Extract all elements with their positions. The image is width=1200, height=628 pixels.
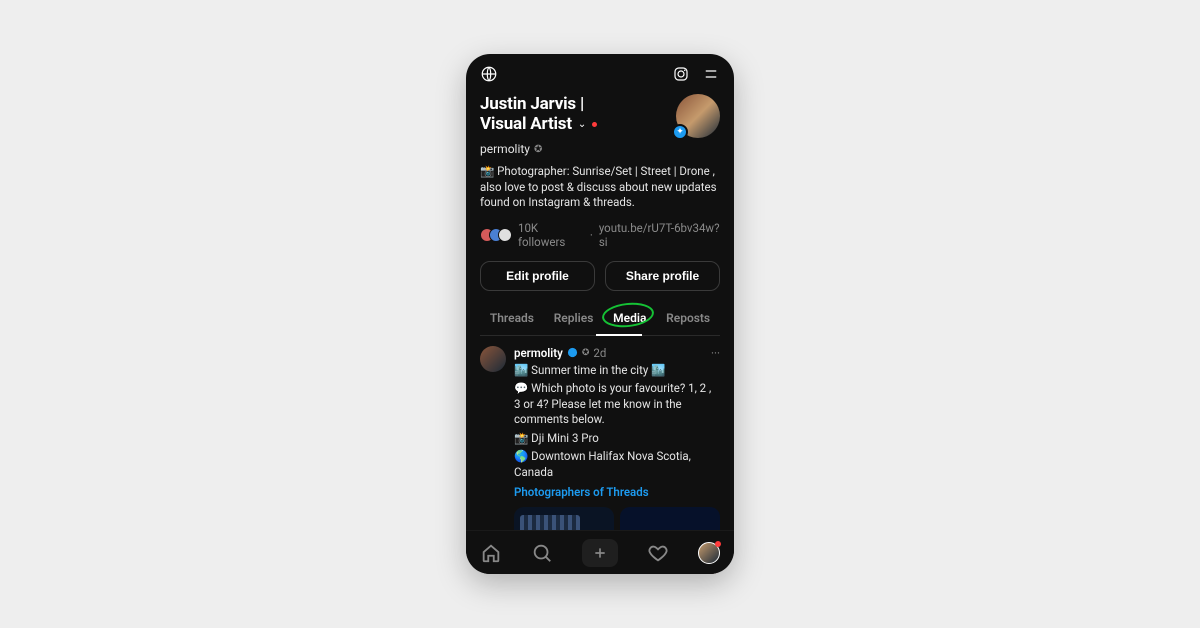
post-header: permolity ✪ 2d ··· xyxy=(514,346,720,360)
profile-tabs: Threads Replies Media Reposts xyxy=(480,305,720,336)
bottom-nav xyxy=(466,530,734,574)
handle-row: permolity ✪ xyxy=(480,142,720,156)
display-name-line2: Visual Artist xyxy=(480,114,572,134)
globe-icon[interactable] xyxy=(480,65,498,87)
post-time: 2d xyxy=(593,346,606,360)
follower-avatars xyxy=(480,228,512,242)
post-link[interactable]: Photographers of Threads xyxy=(514,485,649,499)
post-line-2: 💬 Which photo is your favourite? 1, 2 , … xyxy=(514,381,720,428)
verified-badge-icon: ✦ xyxy=(672,124,688,140)
share-profile-button[interactable]: Share profile xyxy=(605,261,720,291)
nav-compose-button[interactable] xyxy=(582,539,618,567)
profile-bio: 📸 Photographer: Sunrise/Set | Street | D… xyxy=(480,164,720,211)
display-name-line1: Justin Jarvis | xyxy=(480,94,597,114)
separator: · xyxy=(590,228,593,242)
instagram-icon[interactable] xyxy=(672,65,690,87)
post-username[interactable]: permolity xyxy=(514,346,563,360)
profile-actions: Edit profile Share profile xyxy=(480,261,720,291)
handle[interactable]: permolity xyxy=(480,142,530,156)
post-author-avatar[interactable] xyxy=(480,346,506,372)
post-menu-icon[interactable]: ··· xyxy=(711,346,720,360)
menu-icon[interactable] xyxy=(702,65,720,87)
tab-reposts[interactable]: Reposts xyxy=(662,305,714,335)
profile-header: Justin Jarvis | Visual Artist ⌄ ✦ xyxy=(480,94,720,138)
handle-badge: ✪ xyxy=(534,144,542,155)
tab-threads[interactable]: Threads xyxy=(486,305,538,335)
nav-search-icon[interactable] xyxy=(531,542,553,564)
profile-link[interactable]: youtu.be/rU7T-6bv34w?si xyxy=(599,221,720,249)
followers-row[interactable]: 10K followers · youtu.be/rU7T-6bv34w?si xyxy=(480,221,720,249)
notification-dot xyxy=(592,122,597,127)
post-badge: ✪ xyxy=(582,348,590,358)
profile-avatar[interactable]: ✦ xyxy=(676,94,720,138)
followers-count: 10K followers xyxy=(518,221,584,249)
edit-profile-button[interactable]: Edit profile xyxy=(480,261,595,291)
tab-replies[interactable]: Replies xyxy=(550,305,598,335)
post-line-1: 🏙️ Sunmer time in the city 🏙️ xyxy=(514,363,720,379)
nav-home-icon[interactable] xyxy=(480,542,502,564)
nav-activity-icon[interactable] xyxy=(647,542,669,564)
post-line-3: 📸 Dji Mini 3 Pro xyxy=(514,431,720,447)
post-line-4: 🌎 Downtown Halifax Nova Scotia, Canada xyxy=(514,449,720,480)
tab-media[interactable]: Media xyxy=(609,305,650,335)
chevron-down-icon[interactable]: ⌄ xyxy=(578,119,586,130)
nav-profile-avatar[interactable] xyxy=(698,542,720,564)
app-frame: Justin Jarvis | Visual Artist ⌄ ✦ permol… xyxy=(466,54,734,574)
top-bar xyxy=(480,64,720,88)
verified-icon xyxy=(567,347,578,358)
